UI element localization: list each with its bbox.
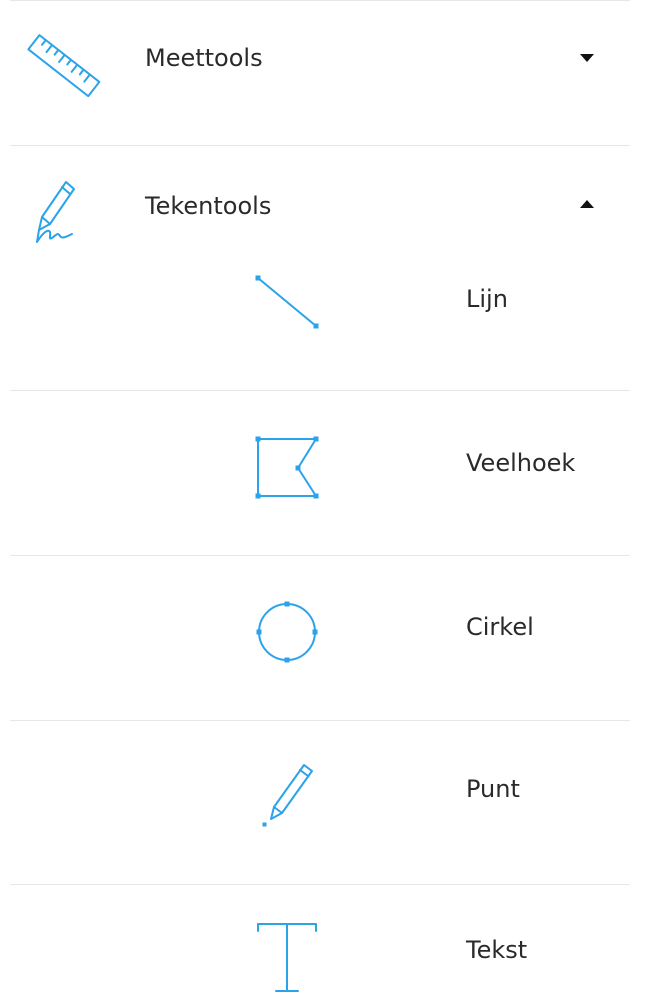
section-meettools[interactable]: Meettools xyxy=(0,0,650,145)
tool-label: Punt xyxy=(466,775,520,803)
section-tekentools[interactable]: Tekentools xyxy=(0,146,650,256)
tools-panel: Meettools Tekentools Lijn Veelhoek Cirke… xyxy=(0,0,650,994)
ruler-icon xyxy=(22,28,102,108)
tool-label: Cirkel xyxy=(466,613,534,641)
tool-label: Veelhoek xyxy=(466,449,576,477)
tool-item-tekst[interactable]: Tekst xyxy=(0,885,650,994)
section-label: Tekentools xyxy=(145,192,272,220)
circle-icon xyxy=(245,591,329,675)
line-icon xyxy=(245,271,329,355)
tool-item-cirkel[interactable]: Cirkel xyxy=(0,556,650,720)
caret-up-icon[interactable] xyxy=(578,198,596,210)
tool-label: Lijn xyxy=(466,285,508,313)
tool-label: Tekst xyxy=(466,936,528,964)
tool-item-lijn[interactable]: Lijn xyxy=(0,256,650,390)
text-icon xyxy=(245,909,329,993)
point-pencil-icon xyxy=(245,759,329,843)
caret-down-icon[interactable] xyxy=(578,52,596,64)
section-label: Meettools xyxy=(145,44,263,72)
polygon-icon xyxy=(245,431,329,515)
tool-item-veelhoek[interactable]: Veelhoek xyxy=(0,391,650,555)
pen-signature-icon xyxy=(22,176,102,256)
tool-item-punt[interactable]: Punt xyxy=(0,721,650,884)
